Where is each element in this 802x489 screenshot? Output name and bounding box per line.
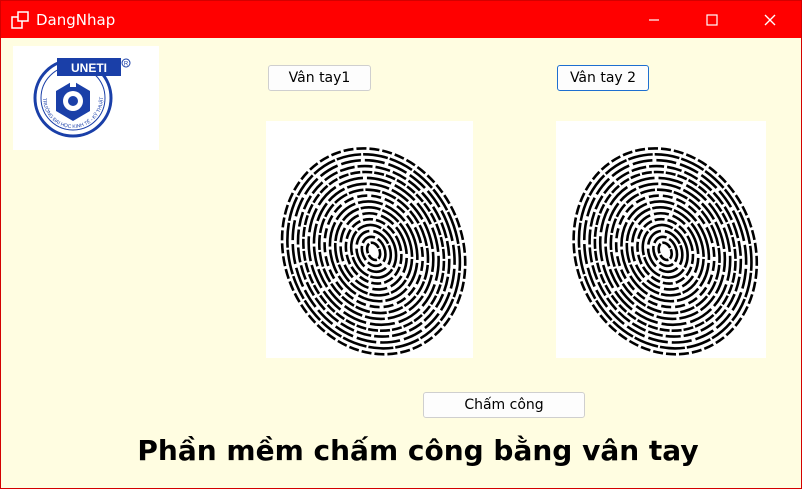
fingerprint-ridge: [572, 147, 759, 356]
footer-title: Phần mềm chấm công bằng vân tay: [137, 434, 699, 467]
fingerprint1-button[interactable]: Vân tay1: [268, 65, 371, 91]
title-bar[interactable]: DangNhap: [1, 1, 801, 38]
logo-image: UNETI R TRƯỜNG ĐẠI HỌC KINH TẾ - KỸ THUẬ…: [11, 40, 131, 138]
svg-text:R: R: [124, 62, 129, 68]
fingerprint-ridge: [598, 176, 732, 327]
fingerprint1-picture: [266, 121, 473, 358]
minimize-icon: [649, 18, 659, 21]
fingerprint-ridge: [630, 211, 700, 291]
fingerprint2-button[interactable]: Vân tay 2: [557, 65, 649, 91]
fingerprint-ridge: [365, 241, 382, 262]
svg-text:UNETI: UNETI: [71, 61, 107, 75]
maximize-icon: [706, 13, 718, 26]
fingerprint-ridge: [355, 229, 393, 274]
uneti-logo: UNETI R TRƯỜNG ĐẠI HỌC KINH TẾ - KỸ THUẬ…: [11, 40, 159, 150]
close-button[interactable]: [747, 1, 793, 38]
fingerprint-icon: [572, 147, 759, 356]
app-window: DangNhap UNETI R TRƯỜNG ĐẠI HỌC KINH TẾ …: [0, 0, 802, 489]
fingerprint-ridge: [646, 229, 684, 274]
fingerprint-ridge: [307, 176, 440, 327]
checkin-button[interactable]: Chấm công: [423, 392, 585, 418]
minimize-button[interactable]: [631, 1, 677, 38]
fingerprint-ridge: [339, 211, 409, 291]
client-area: UNETI R TRƯỜNG ĐẠI HỌC KINH TẾ - KỸ THUẬ…: [1, 38, 801, 488]
fingerprint-ridge: [657, 241, 674, 262]
fingerprint2-picture: [556, 121, 766, 358]
window-title: DangNhap: [36, 11, 116, 29]
fingerprint-icon: [280, 147, 467, 356]
maximize-button[interactable]: [689, 1, 735, 38]
close-icon: [764, 14, 776, 25]
window-icon: [11, 11, 29, 29]
